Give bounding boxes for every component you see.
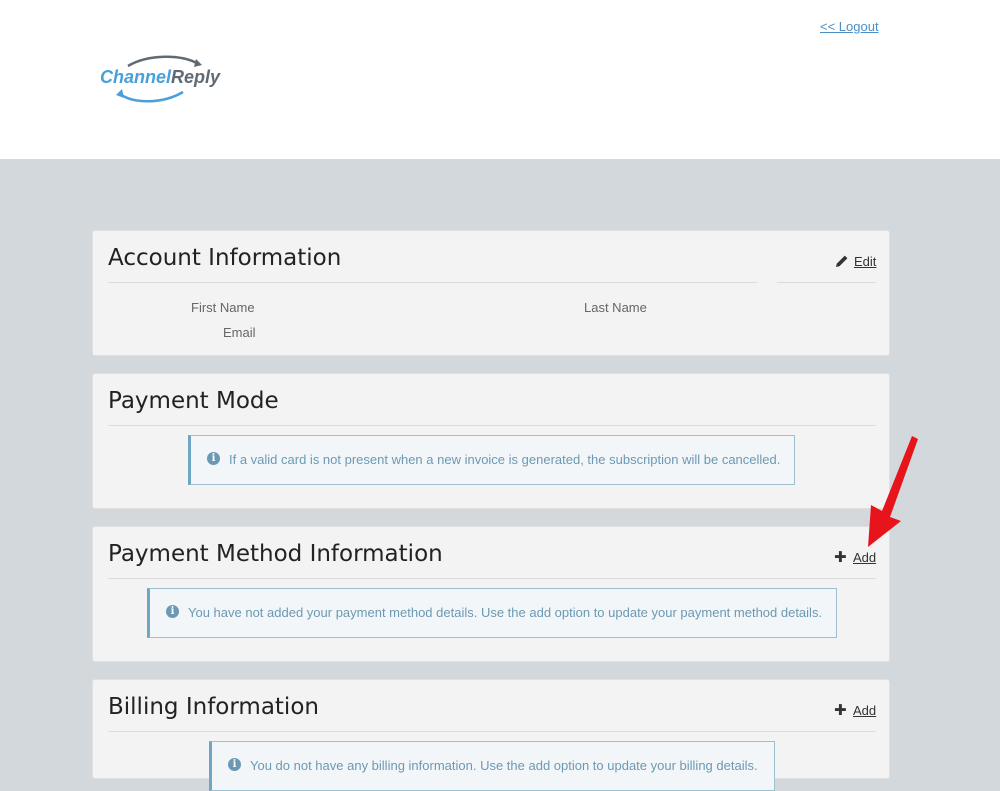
- payment-method-card: Payment Method Information ✚ Add i You h…: [92, 526, 890, 662]
- email-label: Email: [223, 325, 256, 340]
- payment-method-title: Payment Method Information: [108, 541, 443, 567]
- payment-mode-info-text: If a valid card is not present when a ne…: [229, 452, 781, 467]
- info-icon: i: [207, 452, 220, 465]
- billing-info-alert: i You do not have any billing informatio…: [209, 741, 775, 791]
- payment-method-info-text: You have not added your payment method d…: [188, 605, 823, 620]
- logo-text: ChannelReply: [100, 67, 221, 87]
- account-information-title: Account Information: [108, 245, 342, 271]
- payment-method-info-alert: i You have not added your payment method…: [147, 588, 837, 638]
- divider: [108, 282, 757, 283]
- divider: [108, 425, 876, 426]
- info-icon: i: [166, 605, 179, 618]
- info-icon: i: [228, 758, 241, 771]
- top-header: << Logout ChannelReply: [0, 0, 1000, 159]
- billing-info-text: You do not have any billing information.…: [250, 758, 758, 773]
- logout-link[interactable]: << Logout: [820, 19, 879, 34]
- billing-information-title: Billing Information: [108, 694, 319, 720]
- payment-mode-info-alert: i If a valid card is not present when a …: [188, 435, 795, 485]
- account-information-card: Account Information Edit First Name Last…: [92, 230, 890, 356]
- divider: [108, 731, 876, 732]
- payment-mode-title: Payment Mode: [108, 388, 279, 414]
- add-billing-link[interactable]: Add: [853, 703, 876, 718]
- red-arrow-annotation: [868, 436, 918, 547]
- edit-account-link[interactable]: Edit: [854, 254, 876, 269]
- payment-mode-card: Payment Mode i If a valid card is not pr…: [92, 373, 890, 509]
- channelreply-logo: ChannelReply: [98, 54, 221, 104]
- billing-information-card: Billing Information ✚ Add i You do not h…: [92, 679, 890, 791]
- last-name-label: Last Name: [584, 300, 647, 315]
- plus-icon: ✚: [834, 702, 847, 719]
- first-name-label: First Name: [191, 300, 255, 315]
- divider: [108, 578, 876, 579]
- plus-icon: ✚: [834, 549, 847, 566]
- pencil-icon: [836, 255, 848, 267]
- divider: [777, 282, 876, 283]
